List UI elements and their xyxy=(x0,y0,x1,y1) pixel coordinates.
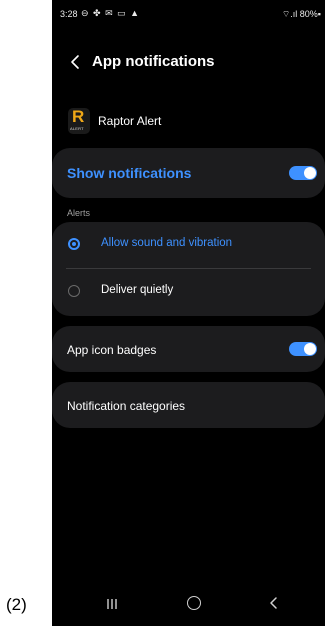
notification-status-icons: ⊖ ✤ ✉ ▭ ▲ xyxy=(81,8,141,18)
app-icon-badges-label: App icon badges xyxy=(67,343,157,357)
app-icon-badges-toggle[interactable] xyxy=(289,342,317,356)
alert-option-deliver-quietly[interactable]: Deliver quietly xyxy=(52,269,325,315)
show-notifications-row[interactable]: Show notifications xyxy=(52,148,325,198)
app-info-row: R ALERT Raptor Alert xyxy=(52,108,325,136)
alert-option-label: Deliver quietly xyxy=(101,284,174,296)
radio-selected-icon[interactable] xyxy=(68,238,80,250)
alerts-options-card: Allow sound and vibration Deliver quietl… xyxy=(52,222,325,316)
app-icon-letter: R xyxy=(72,108,85,126)
nav-back-icon[interactable] xyxy=(268,596,280,610)
app-name: Raptor Alert xyxy=(98,114,162,128)
app-bar: App notifications xyxy=(52,50,325,76)
app-icon-subtext: ALERT xyxy=(70,126,84,131)
radio-unselected-icon[interactable] xyxy=(68,285,80,297)
notification-categories-row[interactable]: Notification categories xyxy=(52,382,325,428)
app-icon-badges-row[interactable]: App icon badges xyxy=(52,326,325,372)
home-icon[interactable] xyxy=(187,596,201,610)
connectivity-battery-status: ⌔.ıl 80%▪ xyxy=(281,9,321,19)
show-notifications-toggle[interactable] xyxy=(289,166,317,180)
phone-screen: 3:28 ⊖ ✤ ✉ ▭ ▲ ⌔.ıl 80%▪ App notificatio… xyxy=(52,0,325,626)
app-icon: R ALERT xyxy=(68,108,90,134)
status-time: 3:28 xyxy=(60,9,78,19)
toggle-knob xyxy=(304,343,316,355)
notification-categories-label: Notification categories xyxy=(67,399,186,413)
alert-option-sound-vibration[interactable]: Allow sound and vibration xyxy=(52,222,325,269)
alert-option-label: Allow sound and vibration xyxy=(101,237,233,249)
show-notifications-label: Show notifications xyxy=(67,165,192,181)
alerts-section-label: Alerts xyxy=(67,208,91,218)
toggle-knob xyxy=(304,167,316,179)
recent-apps-icon[interactable] xyxy=(105,597,119,611)
status-bar: 3:28 ⊖ ✤ ✉ ▭ ▲ ⌔.ıl 80%▪ xyxy=(52,0,325,26)
page-title: App notifications xyxy=(92,53,215,70)
figure-caption: (2) xyxy=(6,595,27,614)
system-navigation-bar xyxy=(52,584,325,624)
back-arrow-icon[interactable] xyxy=(66,52,86,72)
